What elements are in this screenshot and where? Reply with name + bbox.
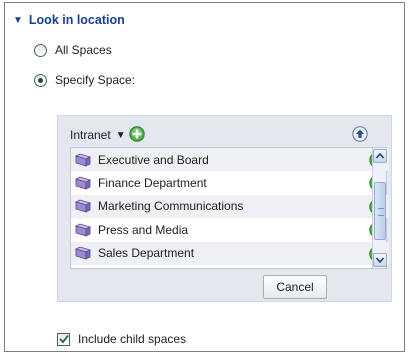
- radio-label: Specify Space:: [55, 73, 136, 87]
- radio-button[interactable]: [34, 73, 47, 87]
- list-item-label: Marketing Communications: [98, 199, 244, 214]
- radio-all-spaces[interactable]: All Spaces: [34, 43, 112, 57]
- list-scrollbar[interactable]: [372, 148, 387, 268]
- up-arrow-icon: [352, 126, 368, 142]
- space-picker: Intranet ▼ Executive and Board Finance D…: [57, 115, 392, 302]
- include-child-spaces[interactable]: Include child spaces: [57, 332, 186, 346]
- scroll-up-button[interactable]: [373, 149, 387, 163]
- space-book-icon: [74, 176, 92, 190]
- space-book-icon: [74, 223, 92, 237]
- radio-specify-space[interactable]: Specify Space:: [34, 73, 135, 87]
- list-item-label: Executive and Board: [98, 152, 209, 167]
- list-item-label: Press and Media: [98, 222, 189, 237]
- section-header[interactable]: ▼ Look in location: [13, 13, 125, 27]
- space-book-icon: [74, 199, 92, 214]
- list-item[interactable]: Executive and Board: [71, 148, 389, 172]
- space-book-icon: [74, 246, 92, 260]
- scrollbar-thumb[interactable]: [374, 182, 386, 240]
- space-book-icon: [74, 153, 92, 167]
- plus-icon: [128, 125, 145, 142]
- checkmark-icon: [59, 334, 69, 343]
- list-item[interactable]: Sales Department: [71, 241, 389, 265]
- cancel-button[interactable]: Cancel: [263, 275, 327, 299]
- scroll-down-button[interactable]: [373, 253, 387, 267]
- space-list: Executive and Board Finance Department M…: [70, 147, 389, 269]
- list-item-label: Sales Department: [98, 246, 195, 261]
- collapse-triangle-icon[interactable]: ▼: [13, 15, 23, 26]
- list-item-label: Finance Department: [98, 176, 207, 191]
- search-location-panel: ▼ Look in location All Spaces Specify Sp…: [4, 2, 405, 352]
- add-current-space-button[interactable]: [128, 125, 145, 145]
- list-item[interactable]: Finance Department: [71, 171, 389, 194]
- go-to-parent-button[interactable]: [352, 126, 368, 145]
- list-item[interactable]: Marketing Communications: [71, 194, 389, 219]
- chevron-up-icon: [376, 153, 384, 159]
- space-list-rows: Executive and Board Finance Department M…: [71, 148, 389, 265]
- checkbox-label: Include child spaces: [78, 332, 187, 346]
- space-dropdown-arrow-icon[interactable]: ▼: [116, 130, 126, 141]
- radio-label: All Spaces: [55, 43, 112, 57]
- list-item[interactable]: Press and Media: [71, 218, 389, 241]
- chevron-down-icon: [376, 257, 384, 263]
- checkbox[interactable]: [57, 332, 70, 346]
- section-title: Look in location: [28, 13, 125, 27]
- current-space-label: Intranet: [70, 128, 111, 142]
- picker-header: Intranet ▼: [70, 122, 380, 148]
- radio-button[interactable]: [34, 43, 47, 57]
